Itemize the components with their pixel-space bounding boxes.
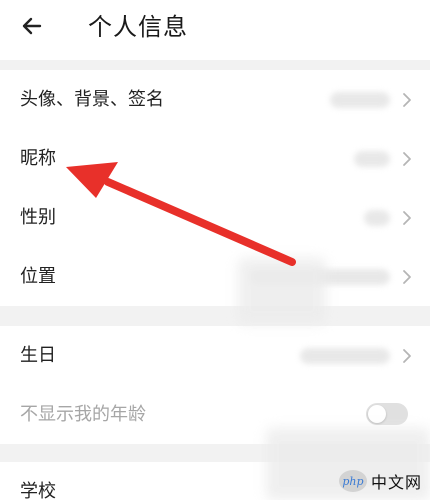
toggle-knob [368, 405, 386, 423]
row-label: 不显示我的年龄 [20, 404, 146, 425]
row-label: 生日 [20, 345, 56, 366]
row-label: 头像、背景、签名 [20, 89, 164, 110]
back-arrow-icon [22, 17, 42, 35]
mosaic-overlay [238, 258, 326, 324]
row-avatar-background-signature[interactable]: 头像、背景、签名 [0, 70, 430, 129]
chevron-right-icon [403, 211, 411, 225]
blurred-value [364, 210, 390, 226]
row-label: 性别 [20, 207, 56, 228]
row-gender[interactable]: 性别 [0, 188, 430, 247]
row-label: 学校 [20, 481, 56, 500]
row-label: 昵称 [20, 148, 56, 169]
blurred-value [354, 151, 390, 167]
chevron-right-icon [403, 152, 411, 166]
back-button[interactable] [16, 10, 52, 46]
profile-section: 头像、背景、签名 昵称 性别 位置 [0, 70, 430, 306]
row-birthday[interactable]: 生日 [0, 326, 430, 385]
hide-age-toggle[interactable] [366, 403, 408, 425]
chevron-right-icon [403, 270, 411, 284]
php-logo-icon: php [338, 470, 367, 492]
top-app-bar: 个人信息 [0, 0, 430, 60]
birthday-section: 生日 不显示我的年龄 [0, 326, 430, 444]
watermark-text: 中文网 [370, 473, 422, 492]
page-title: 个人信息 [88, 13, 188, 41]
row-label: 位置 [20, 266, 56, 287]
blurred-value [300, 348, 390, 364]
chevron-right-icon [403, 349, 411, 363]
chevron-right-icon [403, 93, 411, 107]
watermark: php 中文网 [338, 468, 422, 494]
blurred-value [330, 92, 390, 108]
row-nickname[interactable]: 昵称 [0, 129, 430, 188]
row-location[interactable]: 位置 [0, 247, 430, 306]
